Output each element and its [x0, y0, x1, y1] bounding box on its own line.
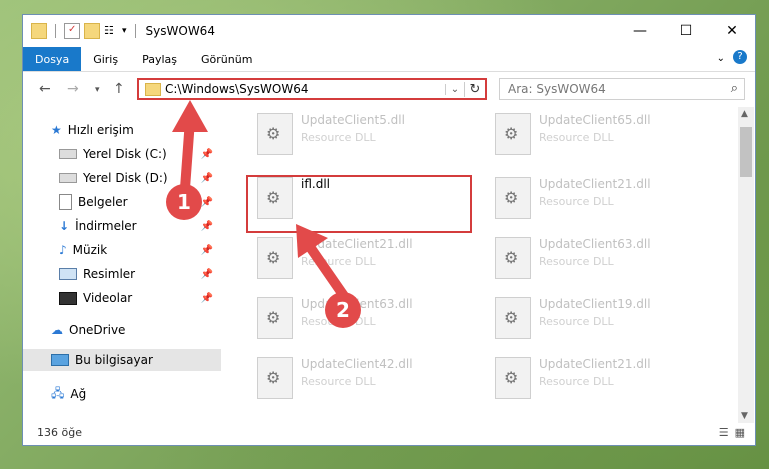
window-title: SysWOW64 — [145, 24, 215, 38]
sidebar-item-label: Müzik — [72, 243, 108, 257]
vertical-scrollbar[interactable]: ▲ ▼ — [738, 107, 754, 423]
file-name: UpdateClient63.dll — [539, 237, 651, 251]
navigation-bar: ← → ▾ ↑ C:\Windows\SysWOW64 ⌄ ↻ Ara: Sys… — [23, 73, 755, 105]
view-toggle: ☰ ▦ — [719, 426, 745, 439]
dll-file-icon — [495, 177, 531, 219]
dll-file-icon — [257, 113, 293, 155]
help-icon[interactable]: ? — [733, 50, 747, 64]
file-item[interactable]: UpdateClient65.dll Resource DLL — [495, 113, 715, 161]
pin-icon: 📌 — [200, 292, 213, 304]
file-item[interactable]: UpdateClient5.dll Resource DLL — [257, 113, 477, 161]
cloud-icon: ☁ — [51, 323, 63, 337]
pin-icon: 📌 — [200, 268, 213, 280]
large-icons-view-icon[interactable]: ▦ — [735, 426, 745, 439]
explorer-window: ✓ ☷ ▾ SysWOW64 — ☐ ✕ Dosya Giriş Paylaş … — [22, 14, 756, 446]
search-icon[interactable]: ⌕ — [731, 81, 738, 96]
view-list-icon[interactable]: ☷ — [104, 24, 118, 38]
annotation-badge-1: 1 — [166, 184, 202, 220]
annotation-badge-2: 2 — [325, 292, 361, 328]
documents-icon — [59, 194, 72, 210]
file-name: UpdateClient42.dll — [301, 357, 413, 371]
sidebar-item-videos[interactable]: Videolar 📌 — [59, 287, 219, 309]
scroll-down-icon[interactable]: ▼ — [741, 411, 748, 421]
sidebar-item-label: OneDrive — [69, 323, 126, 337]
tab-giris[interactable]: Giriş — [81, 47, 130, 71]
status-item-count: 136 öğe — [37, 426, 82, 439]
file-item[interactable]: UpdateClient21.dll Resource DLL — [495, 357, 715, 405]
recent-locations-icon[interactable]: ▾ — [95, 85, 100, 95]
drive-icon — [59, 173, 77, 183]
minimize-button[interactable]: — — [617, 15, 663, 47]
sidebar-item-label: Videolar — [83, 291, 133, 305]
pin-icon: 📌 — [200, 244, 213, 256]
search-placeholder: Ara: SysWOW64 — [508, 82, 606, 96]
sidebar-item-pictures[interactable]: Resimler 📌 — [59, 263, 219, 285]
sidebar-item-network[interactable]: 🖧 Ağ — [51, 383, 221, 405]
maximize-button[interactable]: ☐ — [663, 15, 709, 47]
drive-icon — [59, 149, 77, 159]
file-name: UpdateClient21.dll — [539, 177, 651, 191]
file-item[interactable]: UpdateClient19.dll Resource DLL — [495, 297, 715, 345]
ribbon-expand-icon[interactable]: ⌄ — [717, 53, 725, 64]
details-view-icon[interactable]: ☰ — [719, 426, 729, 439]
file-item[interactable]: UpdateClient63.dll Resource DLL — [495, 237, 715, 285]
file-type: Resource DLL — [539, 255, 614, 268]
close-button[interactable]: ✕ — [709, 15, 755, 47]
pin-icon: 📌 — [200, 220, 213, 232]
tab-gorunum[interactable]: Görünüm — [189, 47, 264, 71]
tab-paylas[interactable]: Paylaş — [130, 47, 189, 71]
quick-access-toolbar: ✓ ☷ ▾ — [23, 23, 140, 39]
file-type: Resource DLL — [539, 131, 614, 144]
sidebar-item-this-pc[interactable]: Bu bilgisayar — [23, 349, 221, 371]
back-arrow-icon[interactable]: ← — [39, 81, 51, 97]
file-type: Resource DLL — [301, 131, 376, 144]
dll-file-icon — [495, 113, 531, 155]
file-item[interactable]: UpdateClient21.dll Resource DLL — [495, 177, 715, 225]
ribbon-tabs: Dosya Giriş Paylaş Görünüm ⌄ ? — [23, 47, 755, 72]
sidebar-item-onedrive[interactable]: ☁ OneDrive — [51, 319, 221, 341]
file-name: UpdateClient19.dll — [539, 297, 651, 311]
properties-icon[interactable]: ✓ — [64, 23, 80, 39]
scroll-up-icon[interactable]: ▲ — [741, 109, 748, 119]
dll-file-icon — [495, 237, 531, 279]
up-arrow-icon[interactable]: ↑ — [113, 81, 125, 97]
network-icon: 🖧 — [51, 385, 65, 400]
file-type: Resource DLL — [301, 375, 376, 388]
file-name: UpdateClient65.dll — [539, 113, 651, 127]
sidebar-item-music[interactable]: ♪ Müzik 📌 — [59, 239, 219, 261]
folder-icon[interactable] — [31, 23, 47, 39]
music-icon: ♪ — [59, 243, 67, 257]
quick-access-dropdown-icon[interactable]: ▾ — [122, 26, 127, 36]
sidebar-item-label: İndirmeler — [75, 219, 137, 233]
forward-arrow-icon[interactable]: → — [67, 81, 79, 97]
file-type: Resource DLL — [539, 375, 614, 388]
search-input[interactable]: Ara: SysWOW64 ⌕ — [499, 78, 745, 100]
sidebar-item-label: Hızlı erişim — [67, 123, 134, 137]
file-type: Resource DLL — [539, 315, 614, 328]
dll-file-icon — [495, 297, 531, 339]
computer-icon — [51, 354, 69, 366]
sidebar-item-label: Belgeler — [78, 195, 128, 209]
pictures-icon — [59, 268, 77, 280]
scrollbar-thumb[interactable] — [740, 127, 752, 177]
file-name: UpdateClient5.dll — [301, 113, 405, 127]
videos-icon — [59, 291, 77, 305]
title-bar: ✓ ☷ ▾ SysWOW64 — ☐ ✕ — [23, 15, 755, 47]
address-dropdown-icon[interactable]: ⌄ — [445, 83, 464, 95]
sidebar-item-label: Ağ — [70, 387, 87, 401]
sidebar-item-label: Bu bilgisayar — [75, 353, 153, 367]
dll-file-icon — [257, 357, 293, 399]
file-type: Resource DLL — [539, 195, 614, 208]
sidebar-item-label: Resimler — [83, 267, 136, 281]
window-controls: — ☐ ✕ — [617, 15, 755, 47]
download-icon: ↓ — [59, 219, 70, 233]
dll-file-icon — [495, 357, 531, 399]
file-name: UpdateClient21.dll — [539, 357, 651, 371]
star-icon: ★ — [51, 123, 62, 137]
new-folder-icon[interactable] — [84, 23, 100, 39]
file-item[interactable]: UpdateClient42.dll Resource DLL — [257, 357, 477, 405]
refresh-icon[interactable]: ↻ — [464, 81, 485, 97]
tab-dosya[interactable]: Dosya — [23, 47, 82, 71]
